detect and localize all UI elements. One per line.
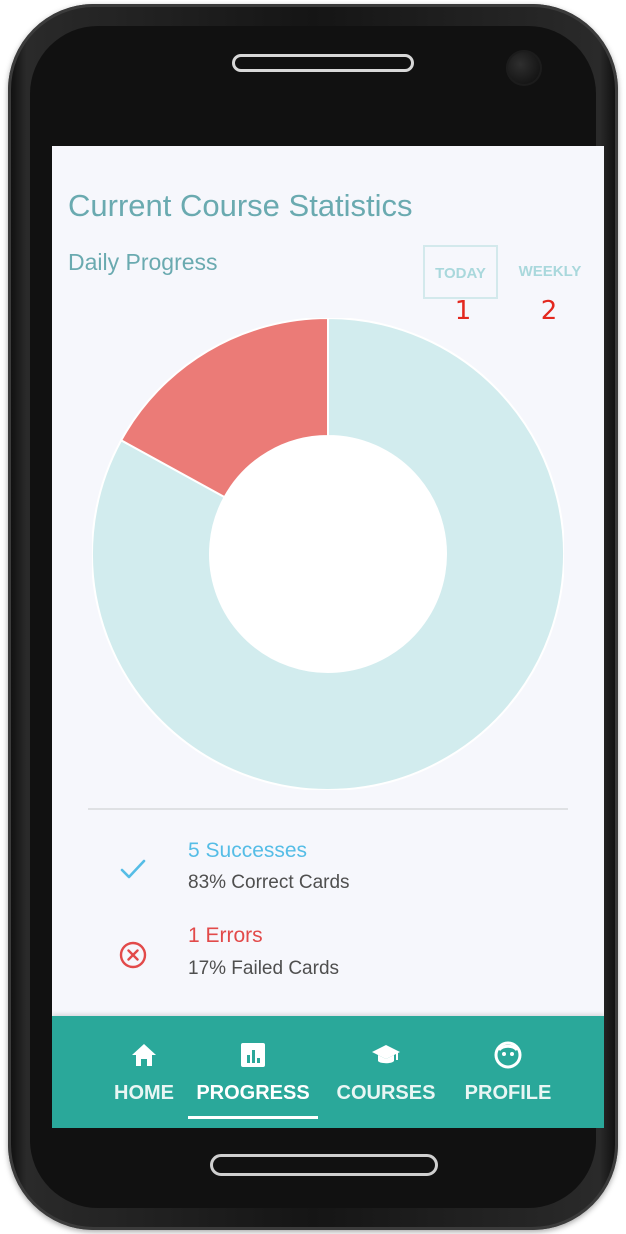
graduation-cap-icon <box>372 1045 400 1064</box>
home-icon <box>132 1044 156 1066</box>
section-subtitle: Daily Progress <box>68 249 218 275</box>
app-screen: Current Course Statistics Daily Progress… <box>52 146 604 1128</box>
nav-item-home[interactable]: HOME <box>94 1016 194 1128</box>
nav-label-home: HOME <box>114 1082 174 1104</box>
tab-weekly[interactable]: WEEKLY <box>508 245 592 299</box>
donut-hole <box>210 436 446 672</box>
nav-item-progress[interactable]: PROGRESS <box>182 1016 324 1128</box>
successes-percent: 83% Correct Cards <box>188 872 350 893</box>
page-title: Current Course Statistics <box>68 188 413 223</box>
front-camera <box>506 50 542 86</box>
speaker-grille <box>232 54 414 72</box>
nav-item-courses[interactable]: COURSES <box>330 1016 442 1128</box>
error-circle-icon <box>119 941 147 969</box>
chart-icon <box>241 1043 265 1067</box>
errors-percent: 17% Failed Cards <box>188 958 340 979</box>
face-icon <box>494 1041 522 1069</box>
home-button[interactable] <box>210 1154 438 1176</box>
nav-label-progress: PROGRESS <box>196 1082 310 1104</box>
nav-item-profile[interactable]: PROFILE <box>456 1016 560 1128</box>
tab-today[interactable]: TODAY <box>423 245 498 299</box>
active-tab-indicator <box>188 1116 318 1119</box>
donut-chart <box>92 318 564 790</box>
nav-label-courses: COURSES <box>336 1082 436 1104</box>
check-icon <box>120 859 146 879</box>
errors-count: 1 Errors <box>188 924 263 947</box>
divider <box>88 808 568 810</box>
bottom-navigation: HOME PROGRESS COURSES PROFILE <box>52 1016 604 1128</box>
successes-count: 5 Successes <box>188 839 308 862</box>
nav-label-profile: PROFILE <box>464 1082 552 1104</box>
